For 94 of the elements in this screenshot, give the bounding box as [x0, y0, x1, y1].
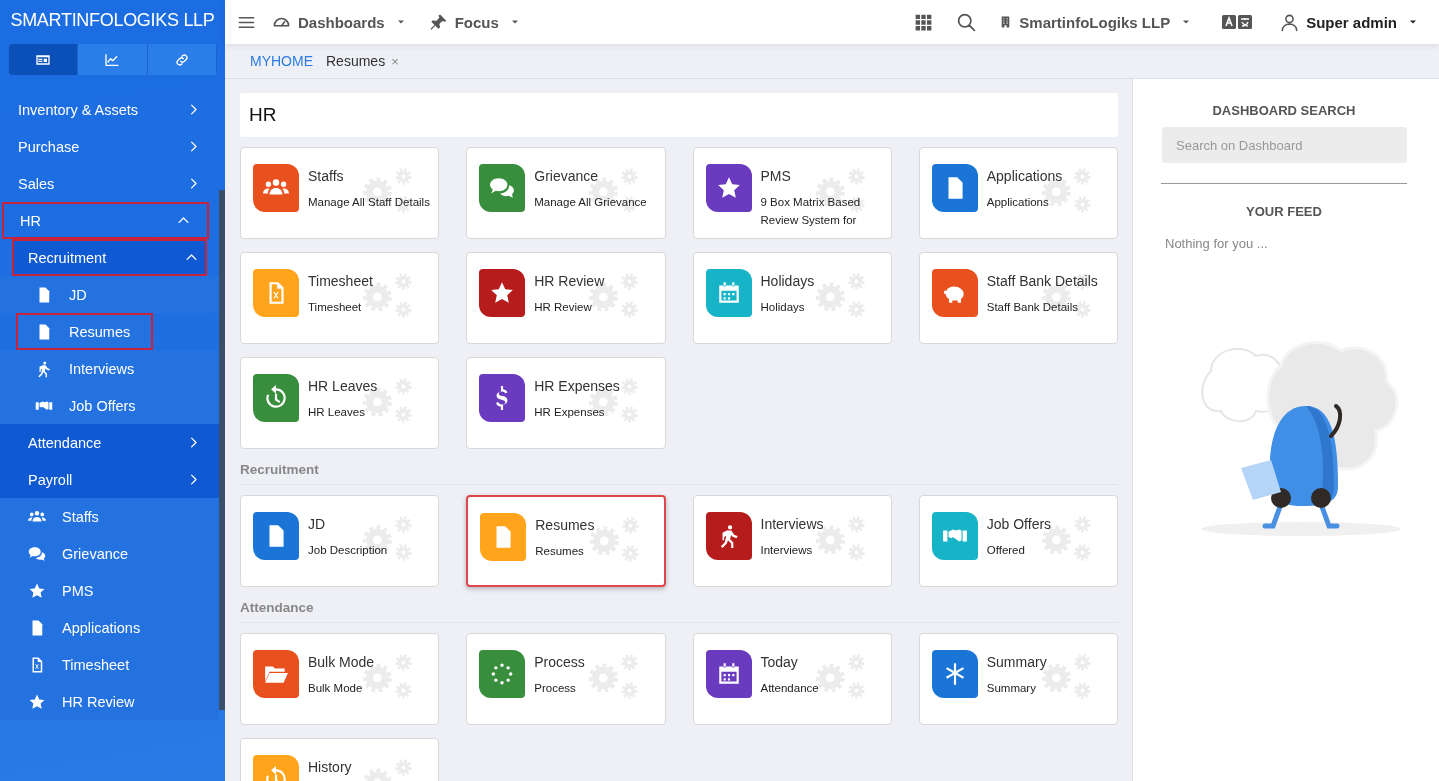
chat-icon: [28, 544, 46, 563]
card-title: PMS: [760, 168, 792, 184]
chart-icon: [104, 51, 121, 68]
module-card[interactable]: Job Offers Offered: [918, 495, 1118, 587]
module-card[interactable]: JD Job Description: [240, 495, 440, 587]
card-title: HR Review: [534, 273, 605, 289]
module-card[interactable]: Summary Summary: [918, 633, 1118, 725]
card-description: Interviews: [760, 543, 814, 558]
card-description: HR Expenses: [534, 405, 606, 420]
scrollbar[interactable]: [219, 190, 225, 710]
card-title: Timesheet: [308, 273, 373, 289]
card-title: HR Leaves: [308, 378, 378, 394]
card-title: Interviews: [760, 516, 824, 532]
module-card[interactable]: History: [240, 738, 440, 781]
card-title: JD: [308, 516, 327, 532]
card-title: Grievance: [534, 168, 600, 184]
menu-item[interactable]: Inventory & Assets: [0, 91, 219, 128]
card-description: Summary: [986, 681, 1037, 696]
search-field[interactable]: Search on Dashboard: [1162, 127, 1407, 163]
module-card[interactable]: Timesheet Timesheet: [240, 252, 440, 344]
menu-item[interactable]: HR Review: [0, 683, 219, 720]
module-card[interactable]: HR Leaves HR Leaves: [240, 357, 440, 449]
card-title: History: [308, 759, 352, 775]
module-card[interactable]: HR Review HR Review: [466, 252, 666, 344]
card-description: Bulk Mode: [308, 681, 364, 696]
translate-icon[interactable]: [1222, 14, 1253, 30]
menu-item[interactable]: Payroll: [0, 461, 219, 498]
section-title: Attendance: [240, 587, 1118, 623]
card-title: HR Expenses: [534, 378, 620, 394]
menu-item[interactable]: Purchase: [0, 128, 219, 165]
card-title: Process: [534, 654, 585, 670]
card-title: Bulk Mode: [308, 654, 375, 670]
sidebar-tab[interactable]: [9, 44, 79, 75]
card-title: Staffs: [308, 168, 345, 184]
menu-item[interactable]: Recruitment: [12, 239, 207, 276]
panel-heading: YOUR FEED: [1245, 204, 1323, 219]
card-description: Holidays: [760, 300, 806, 315]
module-card[interactable]: HR Expenses HR Expenses: [466, 357, 666, 449]
module-card[interactable]: Process Process: [466, 633, 666, 725]
empty-feed-message: Nothing for you ...: [1165, 236, 1269, 251]
card-title: Resumes: [535, 517, 595, 533]
module-card[interactable]: Bulk Mode Bulk Mode: [240, 633, 440, 725]
brand-logo: SMARTINFOLOGIKS LLP: [10, 9, 215, 31]
home-link[interactable]: MYHOME: [250, 53, 313, 69]
pin-icon: [428, 12, 448, 32]
card-description: Applications: [986, 195, 1050, 210]
card-description: Job Description: [308, 543, 388, 558]
section-header: HR: [240, 93, 1118, 137]
card-description: Manage All Grievance: [534, 195, 647, 210]
card-title: Holidays: [760, 273, 815, 289]
history-icon: [263, 385, 289, 411]
card-description: Manage All Staff Details: [308, 195, 430, 210]
card-title: Summary: [986, 654, 1047, 670]
module-card[interactable]: Holidays Holidays: [692, 252, 892, 344]
user-dropdown[interactable]: Super admin: [1280, 12, 1425, 32]
search-icon[interactable]: [956, 11, 978, 33]
nav-dropdown[interactable]: Dashboards: [272, 12, 413, 32]
card-description: Attendance: [760, 681, 819, 696]
menu-item[interactable]: JD: [0, 276, 219, 313]
chat-icon: [489, 175, 516, 201]
card-description: Timesheet: [308, 300, 363, 315]
nav-dropdown[interactable]: Focus: [428, 12, 527, 32]
module-card[interactable]: Grievance Manage All Grievance: [466, 147, 666, 239]
module-card[interactable]: Staffs Manage All Staff Details: [240, 147, 440, 239]
module-card[interactable]: Applications Applications: [918, 147, 1118, 239]
user-icon: [1280, 12, 1300, 32]
menu-item[interactable]: HR: [2, 202, 209, 239]
card-description: Offered: [986, 543, 1026, 558]
menu-item[interactable]: Sales: [0, 165, 219, 202]
card-description: Process: [534, 681, 577, 696]
panel-heading: DASHBOARD SEARCH: [1211, 103, 1357, 118]
card-description: HR Leaves: [308, 405, 366, 420]
module-card[interactable]: Interviews Interviews: [692, 495, 892, 587]
menu-item[interactable]: Attendance: [0, 424, 219, 461]
menu-item[interactable]: Resumes: [16, 313, 153, 350]
link-icon: [173, 51, 190, 68]
menu-item[interactable]: Interviews: [0, 350, 219, 387]
card-title: Job Offers: [986, 516, 1052, 532]
section-title: Recruitment: [240, 449, 1118, 485]
company-dropdown[interactable]: SmartinfoLogiks LLP: [999, 13, 1199, 31]
module-card[interactable]: Today Attendance: [692, 633, 892, 725]
breadcrumb-tab[interactable]: Resumes: [326, 53, 386, 69]
card-description: HR Review: [534, 300, 593, 315]
menu-item[interactable]: Job Offers: [0, 387, 219, 424]
card-description: 9 Box Matrix Based Review System for: [760, 195, 862, 228]
card-title: Today: [760, 654, 799, 670]
card-description: Resumes: [535, 544, 585, 559]
card-description: Staff Bank Details: [986, 300, 1079, 315]
card-title: Applications: [986, 168, 1063, 184]
card-title: Staff Bank Details: [986, 273, 1098, 289]
module-card[interactable]: PMS 9 Box Matrix Based Review System for: [692, 147, 892, 239]
module-card[interactable]: Resumes Resumes: [466, 495, 666, 587]
module-card[interactable]: Staff Bank Details Staff Bank Details: [918, 252, 1118, 344]
menu-item[interactable]: Timesheet: [0, 646, 219, 683]
